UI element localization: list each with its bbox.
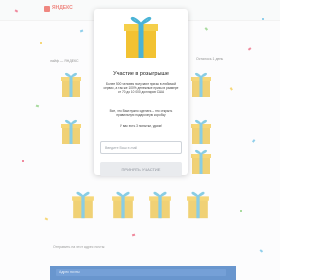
email-input[interactable] (100, 141, 182, 154)
modal-title: Участие в розыгрыше (113, 71, 169, 77)
gift-box-icon (124, 17, 158, 58)
modal-description: Более 500 человек получают призы в любим… (103, 82, 179, 95)
modal-attempts-text: У вас есть 3 попытки, удачи! (119, 124, 163, 128)
raffle-modal: Участие в розыгрыше Более 500 человек по… (94, 9, 188, 176)
modal-instruction: Все, что Вам нужно сделать – это открыть… (109, 109, 173, 118)
participate-button[interactable]: ПРИНЯТЬ УЧАСТИЕ (100, 162, 182, 176)
